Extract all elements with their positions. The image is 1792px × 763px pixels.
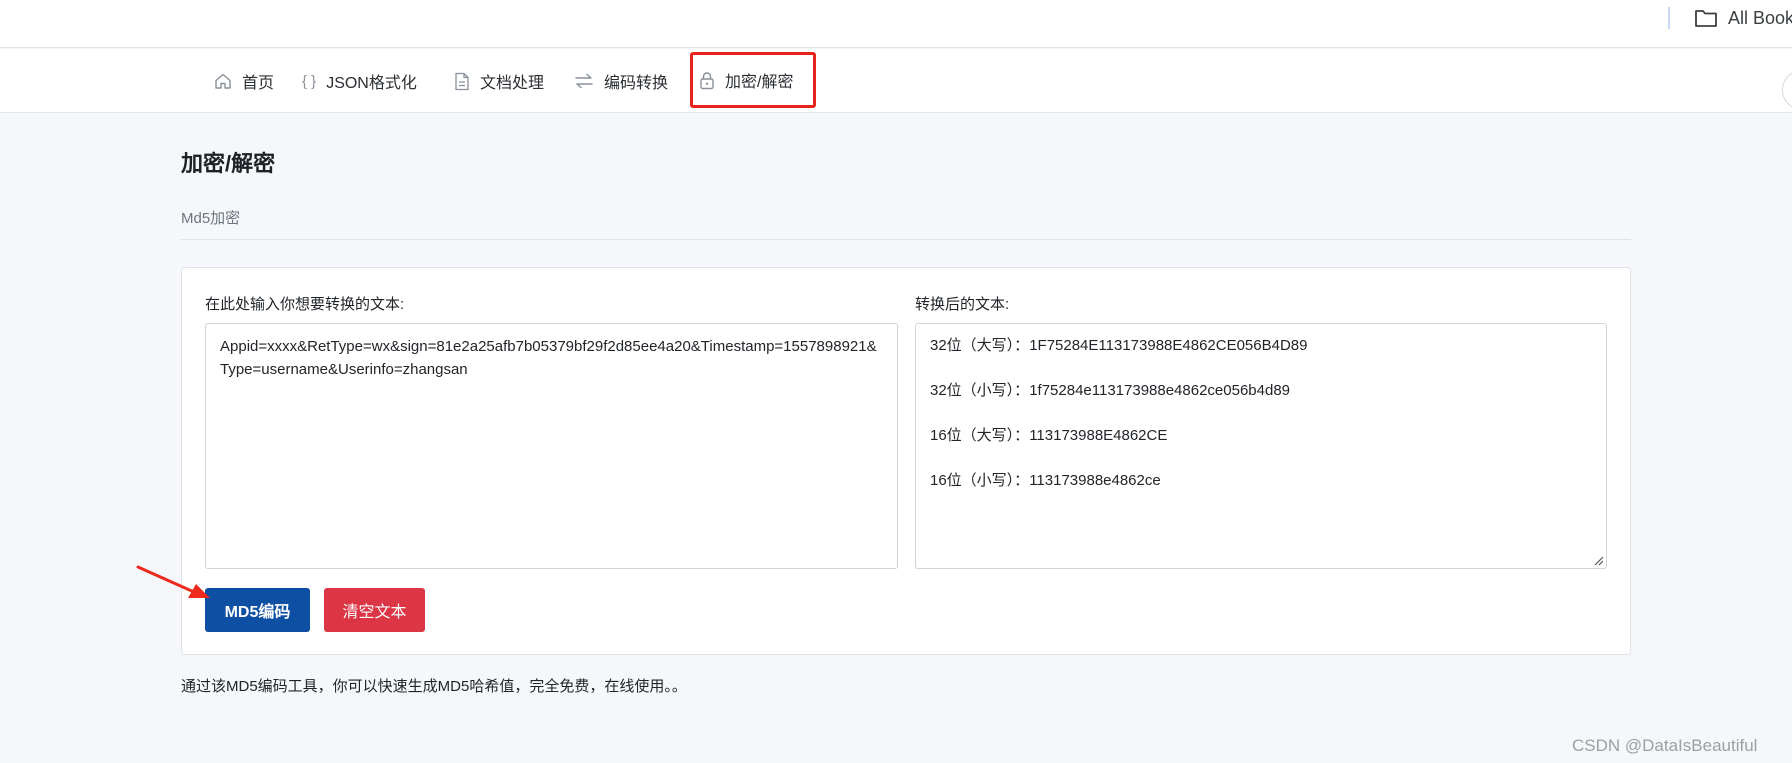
bookmarks-divider: [1668, 7, 1670, 29]
all-bookmarks-label: All Book: [1728, 7, 1792, 28]
input-label: 在此处输入你想要转换的文本:: [205, 296, 405, 313]
page-title: 加密/解密: [181, 151, 276, 176]
result-32-lower: 32位（小写）：1f75284e113173988e4862ce056b4d89: [930, 379, 1592, 424]
result-label: 16位（小写）：: [930, 472, 1030, 489]
result-label: 32位（小写）：: [930, 382, 1030, 399]
nav-item-encoding[interactable]: 编码转换: [574, 49, 668, 113]
result-16-lower: 16位（小写）：113173988e4862ce: [930, 469, 1592, 514]
result-value: 1F75284E113173988E4862CE056B4D89: [1029, 337, 1308, 354]
nav-item-json[interactable]: { } JSON格式化: [302, 49, 417, 113]
site-nav: 首页 { } JSON格式化 文档处理 编码转换 加密/解密: [0, 49, 1792, 113]
all-bookmarks-button[interactable]: All Book: [1694, 6, 1792, 30]
braces-icon: { }: [302, 72, 317, 90]
result-32-upper: 32位（大写）：1F75284E113173988E4862CE056B4D89: [930, 334, 1592, 379]
clear-text-button[interactable]: 清空文本: [324, 588, 425, 632]
nav-item-documents[interactable]: 文档处理: [454, 49, 544, 113]
result-value: 113173988e4862ce: [1029, 472, 1161, 489]
folder-icon: [1694, 8, 1718, 28]
lock-icon: [699, 71, 715, 90]
home-icon: [214, 72, 232, 90]
tool-description: 通过该MD5编码工具，你可以快速生成MD5哈希值，完全免费，在线使用。。: [181, 678, 687, 695]
nav-item-label: 首页: [242, 75, 275, 92]
result-value: 113173988E4862CE: [1029, 427, 1168, 444]
result-value: 1f75284e113173988e4862ce056b4d89: [1029, 382, 1291, 399]
browser-bookmarks-bar: All Book: [0, 0, 1792, 48]
output-label: 转换后的文本:: [915, 296, 1010, 313]
watermark: CSDN @DataIsBeautiful: [1572, 736, 1758, 755]
nav-item-encrypt[interactable]: 加密/解密: [690, 52, 817, 108]
md5-encode-button[interactable]: MD5编码: [205, 588, 310, 632]
result-label: 16位（大写）：: [930, 427, 1030, 444]
output-textarea[interactable]: 32位（大写）：1F75284E113173988E4862CE056B4D89…: [915, 323, 1607, 569]
exchange-icon: [574, 73, 594, 89]
nav-item-label: 编码转换: [604, 75, 669, 92]
input-textarea[interactable]: Appid=xxxx&RetType=wx&sign=81e2a25afb7b0…: [205, 323, 898, 569]
result-label: 32位（大写）：: [930, 337, 1030, 354]
nav-item-label: 文档处理: [480, 75, 545, 92]
header-divider: [181, 239, 1631, 240]
nav-item-home[interactable]: 首页: [214, 49, 274, 113]
result-16-upper: 16位（大写）：113173988E4862CE: [930, 424, 1592, 469]
document-icon: [454, 72, 470, 91]
page-subtitle: Md5加密: [181, 210, 241, 227]
annotation-arrow-icon: [136, 565, 210, 598]
nav-item-label: 加密/解密: [725, 74, 794, 91]
converter-card: 在此处输入你想要转换的文本: Appid=xxxx&RetType=wx&sig…: [181, 267, 1631, 655]
resize-grip-icon[interactable]: [1592, 554, 1604, 566]
nav-item-label: JSON格式化: [326, 75, 417, 92]
